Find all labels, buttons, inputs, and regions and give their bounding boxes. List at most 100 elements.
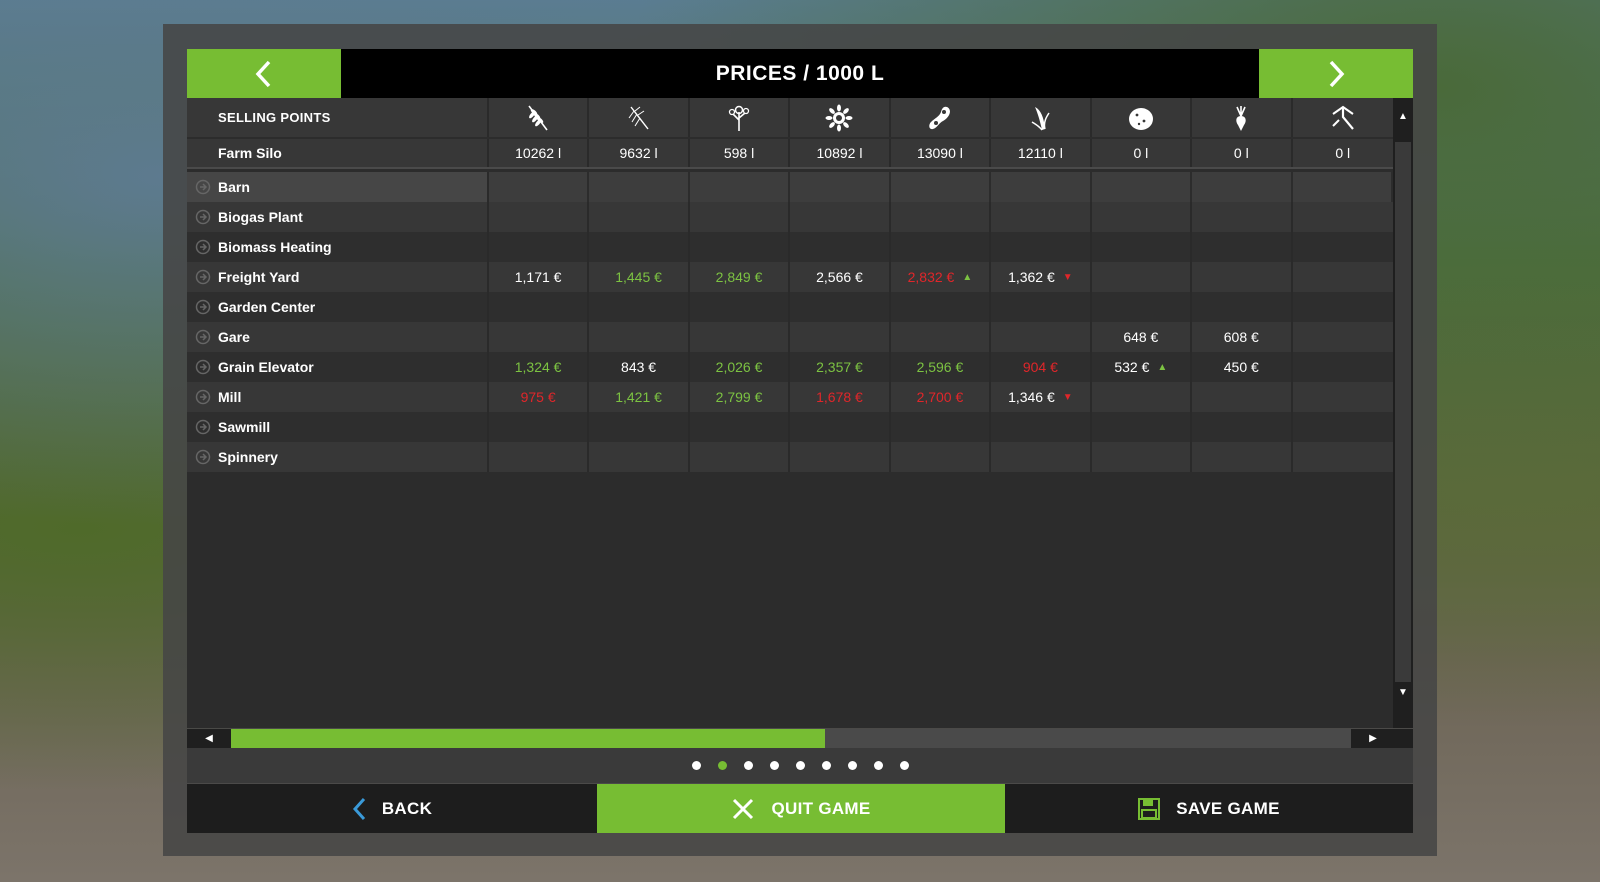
- selling-point-name: Barn: [187, 172, 489, 202]
- price-cell: [891, 232, 992, 262]
- table-row[interactable]: Biogas Plant: [187, 202, 1393, 232]
- price-cell: [991, 172, 1092, 202]
- silo-amount: 13090 l: [891, 139, 992, 167]
- close-icon: [731, 797, 755, 821]
- selling-point-icon: [195, 209, 211, 225]
- scroll-down-arrow-icon[interactable]: ▼: [1393, 682, 1413, 702]
- price-cell: [991, 202, 1092, 232]
- price-cell: [790, 442, 891, 472]
- table-row[interactable]: Spinnery: [187, 442, 1393, 472]
- save-icon: [1138, 797, 1161, 820]
- table-row[interactable]: Freight Yard 1,171 € 1,445 € 2,849 € 2,566 €…: [187, 262, 1393, 292]
- price-cell: [690, 292, 791, 322]
- selling-point-label: Biogas Plant: [218, 209, 303, 225]
- page-dot[interactable]: [847, 761, 857, 770]
- prices-table: SELLING POINTS Farm Silo 10262 l 9632 l …: [187, 98, 1393, 728]
- price-cell: 2,357 €: [790, 352, 891, 382]
- woodchips-icon: [1293, 98, 1393, 137]
- price-cell: [991, 232, 1092, 262]
- price-cell: [1192, 232, 1293, 262]
- vertical-scrollbar[interactable]: ▲ ▼: [1393, 98, 1413, 728]
- table-row[interactable]: Barn: [187, 172, 1393, 202]
- price-cell: 532 € ▲: [1092, 352, 1193, 382]
- price-value: 648 €: [1123, 329, 1159, 345]
- selling-point-icon: [195, 329, 211, 345]
- page-dot[interactable]: [769, 761, 779, 770]
- table-row[interactable]: Sawmill: [187, 412, 1393, 442]
- price-cell: [891, 292, 992, 322]
- price-cell: [1192, 172, 1293, 202]
- page-dot[interactable]: [873, 761, 883, 770]
- back-button[interactable]: BACK: [187, 784, 597, 833]
- price-cell: [790, 412, 891, 442]
- maize-icon: [991, 98, 1092, 137]
- save-game-button[interactable]: SAVE GAME: [1005, 784, 1413, 833]
- trend-up-icon: ▲: [962, 271, 973, 283]
- price-cell: 1,421 €: [589, 382, 690, 412]
- scroll-left-arrow-icon[interactable]: ◀: [187, 729, 231, 748]
- selling-point-name: Biogas Plant: [187, 202, 489, 232]
- page-indicator: [187, 748, 1413, 783]
- selling-point-icon: [195, 359, 211, 375]
- price-cell: [1192, 442, 1293, 472]
- price-value: 1,421 €: [615, 389, 662, 405]
- price-value: 2,700 €: [916, 389, 964, 405]
- price-cell: [489, 202, 590, 232]
- page-dot[interactable]: [821, 761, 831, 770]
- price-cell: [489, 322, 590, 352]
- horizontal-scroll-track[interactable]: [231, 729, 1351, 748]
- selling-point-label: Sawmill: [218, 419, 271, 435]
- price-cell: 843 €: [589, 352, 690, 382]
- horizontal-scrollbar[interactable]: ◀ ▶: [187, 729, 1413, 748]
- quit-game-label: QUIT GAME: [771, 798, 871, 818]
- page-dot[interactable]: [717, 761, 727, 770]
- silo-amount: 0 l: [1335, 145, 1351, 161]
- price-value: 532 €: [1114, 359, 1150, 375]
- table-row[interactable]: Gare 648 € 608 €: [187, 322, 1393, 352]
- price-cell: 2,799 €: [690, 382, 791, 412]
- price-cell: 2,596 €: [891, 352, 992, 382]
- scroll-up-arrow-icon[interactable]: ▲: [1393, 106, 1413, 126]
- quit-game-button[interactable]: QUIT GAME: [597, 784, 1005, 833]
- price-cell: 1,324 €: [489, 352, 590, 382]
- selling-point-icon: [195, 239, 211, 255]
- price-cell: [489, 232, 590, 262]
- price-cell: [991, 412, 1092, 442]
- price-cell: [790, 322, 891, 352]
- price-value: 1,171 €: [514, 269, 562, 285]
- vertical-scroll-thumb[interactable]: [1395, 142, 1411, 682]
- trend-down-icon: ▼: [1062, 391, 1073, 403]
- silo-amount: 0 l: [1192, 139, 1293, 167]
- page-dot[interactable]: [795, 761, 805, 770]
- price-value: 1,324 €: [514, 359, 562, 375]
- page-dot[interactable]: [743, 761, 753, 770]
- next-page-button[interactable]: [1259, 49, 1413, 98]
- table-row[interactable]: Mill 975 € 1,421 € 2,799 € 1,678 € 2,700 € 1,3…: [187, 382, 1393, 412]
- horizontal-scroll-thumb[interactable]: [231, 729, 825, 748]
- price-cell: [1293, 382, 1393, 412]
- page-dot[interactable]: [899, 761, 909, 770]
- trend-down-icon: ▼: [1062, 271, 1073, 283]
- table-row[interactable]: Biomass Heating: [187, 232, 1393, 262]
- price-value: 843 €: [621, 359, 657, 375]
- table-row[interactable]: Garden Center: [187, 292, 1393, 322]
- price-value: 2,799 €: [715, 389, 763, 405]
- price-cell: [991, 292, 1092, 322]
- price-cell: [690, 202, 791, 232]
- table-row[interactable]: Grain Elevator 1,324 € 843 € 2,026 € 2,357 €…: [187, 352, 1393, 382]
- price-cell: [1293, 322, 1393, 352]
- page-dot[interactable]: [691, 761, 701, 770]
- price-cell: [1293, 292, 1393, 322]
- table-header-row: SELLING POINTS: [187, 98, 1393, 137]
- scroll-right-arrow-icon[interactable]: ▶: [1351, 729, 1395, 748]
- price-value: 1,445 €: [615, 269, 662, 285]
- prev-page-button[interactable]: [187, 49, 341, 98]
- price-value: 2,357 €: [816, 359, 863, 375]
- selling-point-label: Mill: [218, 389, 242, 405]
- selling-point-icon: [195, 389, 211, 405]
- price-cell: 2,700 €: [891, 382, 992, 412]
- price-value: 1,346 €: [1008, 389, 1055, 405]
- price-cell: 1,362 € ▼: [991, 262, 1092, 292]
- selling-point-label: Barn: [218, 179, 250, 195]
- price-cell: [589, 292, 690, 322]
